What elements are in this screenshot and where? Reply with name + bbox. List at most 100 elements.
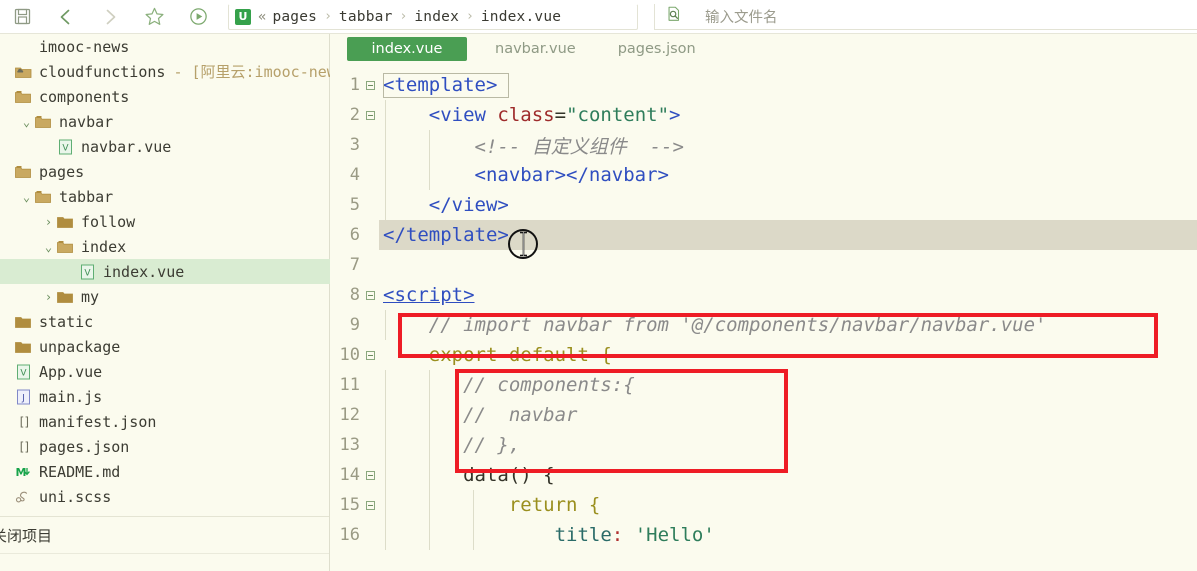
star-icon[interactable] bbox=[132, 1, 176, 33]
code-line[interactable]: 3 <!-- 自定义组件 --> bbox=[331, 130, 1197, 160]
folder-open-icon bbox=[33, 190, 53, 204]
code-line[interactable]: 2 <view class="content"> bbox=[331, 100, 1197, 130]
code-line[interactable]: 16 title: 'Hello' bbox=[331, 520, 1197, 550]
line-number: 4 bbox=[349, 165, 360, 185]
close-project-button[interactable]: 关闭项目 bbox=[0, 517, 329, 554]
tree-item-navbar[interactable]: ⌄ navbar bbox=[0, 109, 330, 134]
code-line[interactable]: 5 </view> bbox=[331, 190, 1197, 220]
tree-item-index[interactable]: ⌄ index bbox=[0, 234, 330, 259]
tree-item-label: tabbar bbox=[59, 187, 114, 206]
chevron-down-icon[interactable]: ⌄ bbox=[20, 116, 33, 128]
tree-item-readme-md[interactable]: M README.md bbox=[0, 459, 330, 484]
tab-label: pages.json bbox=[617, 41, 696, 57]
tree-item-pages-json[interactable]: [] pages.json bbox=[0, 434, 330, 459]
code-text: </view> bbox=[379, 194, 509, 216]
code-line[interactable]: 10 export default { bbox=[331, 340, 1197, 370]
code-line[interactable]: 8 <script> bbox=[331, 280, 1197, 310]
fold-toggle-icon[interactable] bbox=[361, 110, 379, 120]
tree-item-imooc-news[interactable]: imooc-news bbox=[0, 34, 330, 59]
chevron-right-icon[interactable]: › bbox=[42, 291, 55, 303]
run-play-icon[interactable] bbox=[176, 1, 220, 33]
fold-toggle-icon[interactable] bbox=[361, 500, 379, 510]
tree-item-label: manifest.json bbox=[39, 412, 157, 431]
code-token-property: title bbox=[554, 524, 612, 546]
line-number: 8 bbox=[349, 285, 360, 305]
fold-toggle-icon[interactable] bbox=[361, 350, 379, 360]
svg-text:J: J bbox=[21, 393, 25, 403]
vue-file-icon: V bbox=[77, 264, 97, 280]
tag-match-box bbox=[383, 73, 509, 98]
code-text: title: 'Hello' bbox=[379, 524, 715, 546]
code-text: </template> bbox=[383, 224, 509, 246]
code-line[interactable]: 13 // }, bbox=[331, 430, 1197, 460]
line-number: 12 bbox=[339, 405, 360, 425]
code-line[interactable]: 14 data() { bbox=[331, 460, 1197, 490]
breadcrumb-collapse-icon[interactable]: « bbox=[258, 9, 266, 25]
line-number: 6 bbox=[349, 225, 360, 245]
code-text: // }, bbox=[379, 434, 520, 456]
chevron-right-icon[interactable]: › bbox=[42, 216, 55, 228]
breadcrumb-item-index-vue[interactable]: index.vue bbox=[481, 9, 561, 25]
code-line[interactable]: 15 return { bbox=[331, 490, 1197, 520]
tab-pages-json[interactable]: pages.json bbox=[604, 37, 710, 61]
top-toolbar: U « pages › tabbar › index › index.vue 输… bbox=[0, 0, 1197, 34]
fold-toggle-icon[interactable] bbox=[361, 290, 379, 300]
tree-item-label: index bbox=[81, 237, 127, 256]
tree-item-index-vue[interactable]: Vindex.vue bbox=[0, 259, 330, 284]
code-line[interactable]: 11 // components:{ bbox=[331, 370, 1197, 400]
svg-text:V: V bbox=[20, 368, 27, 378]
folder-icon bbox=[13, 90, 33, 104]
back-chevron-icon[interactable] bbox=[44, 1, 88, 33]
tree-item-components[interactable]: components bbox=[0, 84, 330, 109]
tree-item-follow[interactable]: › follow bbox=[0, 209, 330, 234]
code-area[interactable]: 1 <template> 2 <view class="content"> 3 … bbox=[331, 70, 1197, 571]
tree-item-main-js[interactable]: Jmain.js bbox=[0, 384, 330, 409]
folder-closed-icon bbox=[13, 315, 33, 329]
tree-item-static[interactable]: static bbox=[0, 309, 330, 334]
breadcrumb-item-index[interactable]: index bbox=[414, 9, 459, 25]
chevron-down-icon[interactable]: ⌄ bbox=[20, 191, 33, 203]
project-sidebar: imooc-news cloudfunctions - [阿里云:imooc-new… bbox=[0, 34, 330, 571]
file-tree[interactable]: imooc-news cloudfunctions - [阿里云:imooc-new… bbox=[0, 34, 330, 516]
save-icon[interactable] bbox=[0, 1, 44, 33]
code-line[interactable]: 1 <template> bbox=[331, 70, 1197, 100]
code-line[interactable]: 12 // navbar bbox=[331, 400, 1197, 430]
fold-toggle-icon[interactable] bbox=[361, 80, 379, 90]
tree-item-label: main.js bbox=[39, 387, 103, 406]
line-number: 14 bbox=[339, 465, 360, 485]
code-line[interactable]: 7 bbox=[331, 250, 1197, 280]
tree-item-uni-scss[interactable]: uni.scss bbox=[0, 484, 330, 509]
tree-item-tabbar[interactable]: ⌄ tabbar bbox=[0, 184, 330, 209]
tree-item-label: static bbox=[39, 312, 94, 331]
breadcrumb-item-tabbar[interactable]: tabbar bbox=[339, 9, 393, 25]
tree-item-navbar-vue[interactable]: Vnavbar.vue bbox=[0, 134, 330, 159]
fold-toggle-icon[interactable] bbox=[361, 470, 379, 480]
code-text: <navbar></navbar> bbox=[379, 164, 669, 186]
tree-item-label: imooc-news bbox=[39, 37, 130, 56]
tree-item-cloudfunctions[interactable]: cloudfunctions - [阿里云:imooc-news] bbox=[0, 59, 330, 84]
forward-chevron-icon[interactable] bbox=[88, 1, 132, 33]
code-text: data() { bbox=[379, 464, 555, 486]
close-project-label: 关闭项目 bbox=[0, 526, 53, 545]
code-text: <!-- 自定义组件 --> bbox=[379, 132, 684, 159]
tree-item-my[interactable]: › my bbox=[0, 284, 330, 309]
tree-item-unpackage[interactable]: unpackage bbox=[0, 334, 330, 359]
line-number: 15 bbox=[339, 495, 360, 515]
uniapp-editor-window: U « pages › tabbar › index › index.vue 输… bbox=[0, 0, 1197, 571]
breadcrumb[interactable]: U « pages › tabbar › index › index.vue bbox=[228, 3, 638, 30]
tree-item-app-vue[interactable]: V App.vue bbox=[0, 359, 330, 384]
code-line[interactable]: 9 // import navbar from '@/components/na… bbox=[331, 310, 1197, 340]
code-token-plain: data() { bbox=[463, 464, 555, 486]
chevron-down-icon[interactable]: ⌄ bbox=[42, 241, 55, 253]
tree-item-label: uni.scss bbox=[39, 487, 112, 506]
code-token-tag: </view> bbox=[428, 194, 509, 216]
breadcrumb-item-pages[interactable]: pages bbox=[272, 9, 317, 25]
tree-item-pages[interactable]: pages bbox=[0, 159, 330, 184]
code-line[interactable]: 4 <navbar></navbar> bbox=[331, 160, 1197, 190]
tree-item-manifest-json[interactable]: [] manifest.json bbox=[0, 409, 330, 434]
folder-icon bbox=[13, 165, 33, 179]
filename-search-field[interactable]: 输入文件名 bbox=[654, 3, 1197, 30]
tab-index-vue[interactable]: index.vue bbox=[347, 37, 467, 61]
code-line-active[interactable]: 6 </template> bbox=[331, 220, 1197, 250]
tab-navbar-vue[interactable]: navbar.vue bbox=[481, 37, 590, 61]
